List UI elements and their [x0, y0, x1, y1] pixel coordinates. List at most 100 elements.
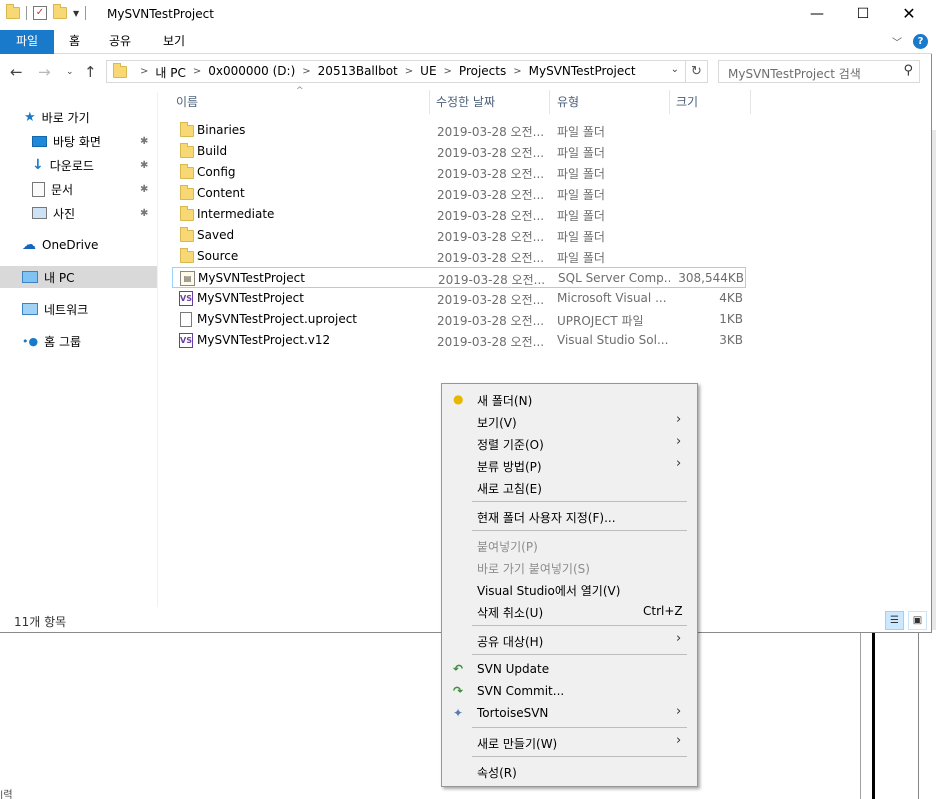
- background-divider: [918, 633, 919, 799]
- pin-icon[interactable]: ✱: [140, 136, 148, 147]
- pin-icon[interactable]: ✱: [140, 208, 148, 219]
- menu-item-svn-update[interactable]: ↶ SVN Update: [442, 658, 697, 680]
- chevron-down-icon[interactable]: ⌄: [671, 64, 679, 75]
- menu-item-group-by[interactable]: 분류 방법(P) ›: [442, 454, 697, 476]
- large-icons-view-icon[interactable]: ▣: [908, 611, 927, 630]
- chevron-right-icon[interactable]: >: [506, 64, 528, 81]
- navigation-bar: ← → ⌄ ↑ > 내 PC > 0x000000 (D:) > 20513Ba…: [0, 56, 932, 88]
- column-header-date[interactable]: 수정한 날짜: [430, 88, 495, 116]
- file-row[interactable]: VS MySVNTestProject.v12 2019-03-28 오전...…: [172, 330, 746, 351]
- column-divider[interactable]: [549, 90, 550, 114]
- menu-item-undo-delete[interactable]: 삭제 취소(U) Ctrl+Z: [442, 600, 697, 622]
- file-type: 파일 폴더: [557, 188, 605, 202]
- file-type: 파일 폴더: [557, 125, 605, 139]
- menu-item-svn-commit[interactable]: ↷ SVN Commit...: [442, 680, 697, 702]
- file-row[interactable]: MySVNTestProject.uproject 2019-03-28 오전.…: [172, 309, 746, 330]
- new-folder-icon[interactable]: [53, 4, 67, 19]
- customize-toolbar-icon[interactable]: ▼: [73, 9, 79, 18]
- menu-item-share-with[interactable]: 공유 대상(H) ›: [442, 629, 697, 651]
- breadcrumb-item[interactable]: 0x000000 (D:): [208, 64, 295, 81]
- sidebar-item-onedrive[interactable]: ☁ OneDrive: [0, 234, 157, 256]
- file-row[interactable]: VS MySVNTestProject 2019-03-28 오전... Mic…: [172, 288, 746, 309]
- document-icon: [32, 181, 45, 197]
- recent-locations-icon[interactable]: ⌄: [66, 67, 74, 77]
- file-date: 2019-03-28 오전...: [437, 146, 545, 160]
- up-arrow-icon[interactable]: ↑: [84, 63, 97, 81]
- breadcrumb-item[interactable]: 내 PC: [155, 64, 185, 81]
- navigation-pane: ★ 바로 가기 바탕 화면 ✱ ↓ 다운로드 ✱ 문서 ✱ 사진 ✱ ☁ One…: [0, 90, 157, 606]
- tab-view[interactable]: 보기: [150, 30, 198, 54]
- menu-item-properties[interactable]: 속성(R): [442, 760, 697, 782]
- file-row[interactable]: Binaries 2019-03-28 오전... 파일 폴더: [172, 120, 746, 141]
- file-row[interactable]: Source 2019-03-28 오전... 파일 폴더: [172, 246, 746, 267]
- breadcrumb-item[interactable]: UE: [420, 64, 436, 81]
- chevron-right-icon[interactable]: >: [133, 64, 155, 81]
- pin-icon[interactable]: ✱: [140, 160, 148, 171]
- menu-item-label: 새 폴더(N): [477, 394, 533, 408]
- menu-item-label: 새로 고침(E): [477, 482, 542, 496]
- column-header-name[interactable]: 이름: [170, 88, 198, 116]
- expand-ribbon-icon[interactable]: ﹀: [892, 34, 902, 49]
- chevron-right-icon[interactable]: >: [398, 64, 420, 81]
- close-button[interactable]: ✕: [886, 0, 932, 30]
- breadcrumb-item[interactable]: 20513Ballbot: [318, 64, 398, 81]
- forward-arrow-icon[interactable]: →: [38, 63, 51, 81]
- menu-item-open-visual-studio[interactable]: Visual Studio에서 열기(V): [442, 578, 697, 600]
- sidebar-item-homegroup[interactable]: •● 홈 그룹: [0, 330, 157, 352]
- sidebar-item-desktop[interactable]: 바탕 화면 ✱: [0, 130, 157, 152]
- back-arrow-icon[interactable]: ←: [10, 63, 23, 81]
- folder-icon: [6, 4, 20, 19]
- breadcrumb-item[interactable]: Projects: [459, 64, 506, 81]
- breadcrumb-item[interactable]: MySVNTestProject: [529, 64, 636, 81]
- desktop-icon: [32, 135, 47, 147]
- file-row[interactable]: Intermediate 2019-03-28 오전... 파일 폴더: [172, 204, 746, 225]
- menu-item-new[interactable]: 새로 만들기(W) ›: [442, 731, 697, 753]
- chevron-right-icon[interactable]: >: [295, 64, 317, 81]
- file-row[interactable]: Build 2019-03-28 오전... 파일 폴더: [172, 141, 746, 162]
- search-input[interactable]: MySVNTestProject 검색 ⚲: [718, 60, 920, 83]
- file-row[interactable]: Saved 2019-03-28 오전... 파일 폴더: [172, 225, 746, 246]
- sidebar-item-this-pc[interactable]: 내 PC: [0, 266, 157, 288]
- file-type: SQL Server Comp...: [558, 271, 670, 285]
- menu-separator: [472, 654, 687, 655]
- file-row[interactable]: Config 2019-03-28 오전... 파일 폴더: [172, 162, 746, 183]
- details-view-icon[interactable]: ☰: [885, 611, 904, 630]
- properties-icon[interactable]: ✓: [33, 6, 47, 20]
- menu-item-sort-by[interactable]: 정렬 기준(O) ›: [442, 432, 697, 454]
- menu-item-paste: 붙여넣기(P): [442, 534, 697, 556]
- menu-item-tortoisesvn[interactable]: ✦ TortoiseSVN ›: [442, 702, 697, 724]
- help-icon[interactable]: ?: [913, 34, 928, 49]
- chevron-right-icon[interactable]: >: [437, 64, 459, 81]
- sidebar-item-pictures[interactable]: 사진 ✱: [0, 202, 157, 224]
- tab-file[interactable]: 파일: [0, 30, 54, 54]
- column-header-type[interactable]: 유형: [551, 88, 579, 116]
- minimize-button[interactable]: —: [794, 0, 840, 30]
- menu-item-new-folder[interactable]: ● 새 폴더(N): [442, 388, 697, 410]
- sidebar-item-label: 바로 가기: [41, 110, 90, 125]
- search-icon[interactable]: ⚲: [903, 63, 913, 78]
- chevron-right-icon[interactable]: >: [186, 64, 208, 81]
- column-divider[interactable]: [750, 90, 751, 114]
- chevron-right-icon: ›: [676, 733, 682, 748]
- file-date: 2019-03-28 오전...: [437, 188, 545, 202]
- file-type: 파일 폴더: [557, 146, 605, 160]
- menu-item-customize[interactable]: 현재 폴더 사용자 지정(F)...: [442, 505, 697, 527]
- menu-item-view[interactable]: 보기(V) ›: [442, 410, 697, 432]
- file-row-selected[interactable]: ▤ MySVNTestProject 2019-03-28 오전... SQL …: [172, 267, 746, 288]
- pane-divider[interactable]: [157, 92, 158, 607]
- sidebar-item-network[interactable]: 네트워크: [0, 298, 157, 320]
- pin-icon[interactable]: ✱: [140, 184, 148, 195]
- file-name: MySVNTestProject.v12: [197, 333, 331, 347]
- tab-home[interactable]: 홈: [56, 30, 93, 54]
- sidebar-item-downloads[interactable]: ↓ 다운로드 ✱: [0, 154, 157, 176]
- file-date: 2019-03-28 오전...: [437, 335, 545, 349]
- maximize-button[interactable]: ☐: [840, 0, 886, 30]
- sidebar-item-documents[interactable]: 문서 ✱: [0, 178, 157, 200]
- column-header-size[interactable]: 크기: [670, 88, 698, 116]
- file-row[interactable]: Content 2019-03-28 오전... 파일 폴더: [172, 183, 746, 204]
- sidebar-item-quick-access[interactable]: ★ 바로 가기: [0, 106, 157, 128]
- refresh-icon[interactable]: ↻: [686, 60, 708, 83]
- address-bar[interactable]: > 내 PC > 0x000000 (D:) > 20513Ballbot > …: [106, 60, 686, 83]
- tab-share[interactable]: 공유: [96, 30, 144, 54]
- menu-item-refresh[interactable]: 새로 고침(E): [442, 476, 697, 498]
